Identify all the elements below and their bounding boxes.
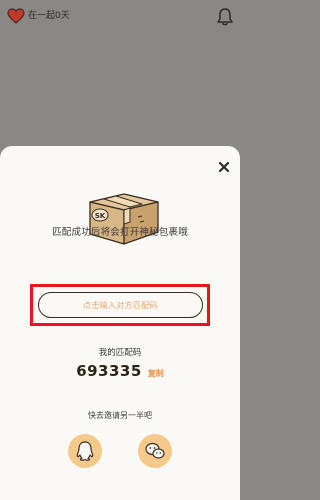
- partner-code-input[interactable]: 点击输入对方匹配码: [38, 292, 203, 318]
- qq-icon: [76, 441, 94, 461]
- share-wechat-button[interactable]: [138, 434, 172, 468]
- bell-icon[interactable]: [216, 7, 234, 27]
- invite-label: 快去邀请另一半吧: [88, 411, 152, 420]
- box-label-text: SK: [95, 212, 106, 220]
- my-code-row: 693335 复制: [0, 362, 240, 382]
- heart-icon: [7, 8, 25, 24]
- together-days-text: 在一起0天: [28, 11, 70, 21]
- my-code-value: 693335: [76, 362, 142, 380]
- match-dialog: SK 匹配成功后将会打开神秘包裹哦 点击输入对方匹配码 我的匹配码 693335…: [0, 146, 240, 500]
- my-code-label: 我的匹配码: [98, 348, 142, 358]
- package-box-icon: SK: [89, 193, 159, 245]
- wechat-icon: [145, 442, 165, 459]
- close-icon[interactable]: [216, 159, 232, 175]
- top-bar: 在一起0天: [0, 0, 240, 34]
- match-message: 匹配成功后将会打开神秘包裹哦: [52, 227, 188, 238]
- copy-button[interactable]: 复制: [148, 368, 164, 379]
- share-qq-button[interactable]: [68, 434, 102, 468]
